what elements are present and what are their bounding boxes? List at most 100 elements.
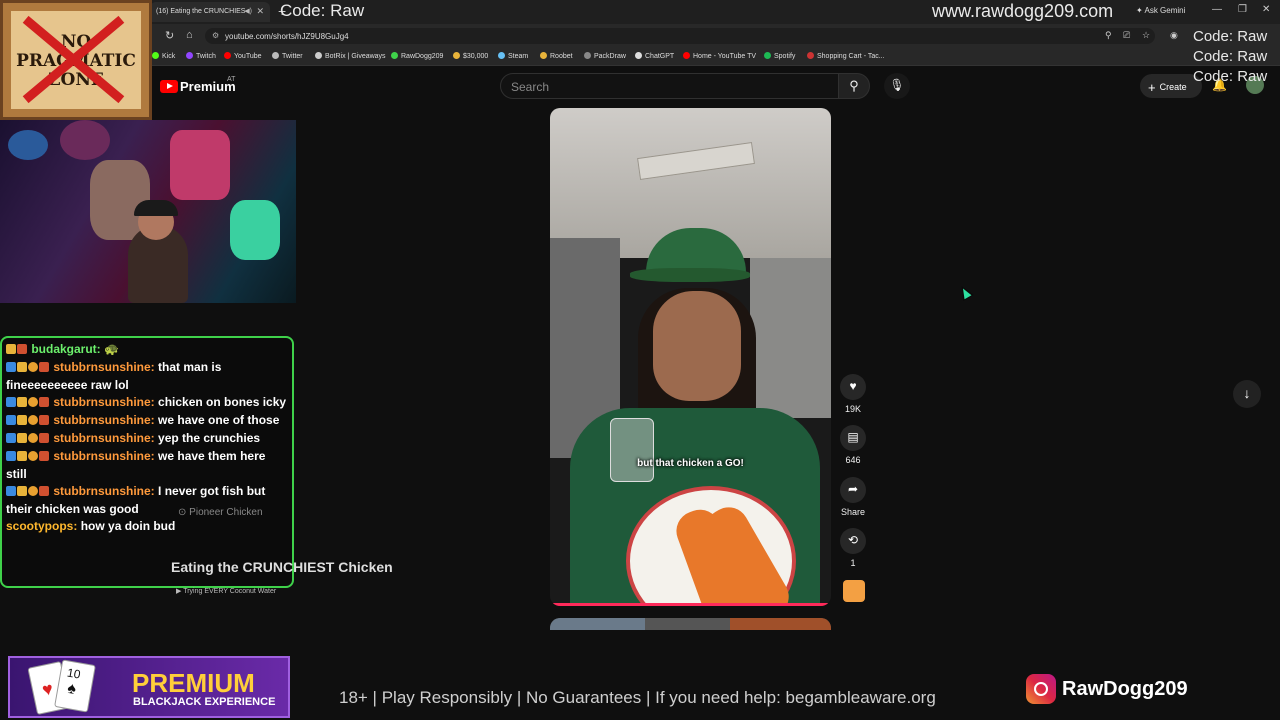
- browser-tab-bar: (16) Eating the CRUNCHIES ◀) ✕ + Code: R…: [0, 0, 1280, 24]
- voice-search-button[interactable]: 🎙: [884, 73, 910, 99]
- chat-badges: [6, 449, 50, 466]
- close-tab-icon[interactable]: ✕: [256, 6, 264, 17]
- gemini-label: Ask Gemini: [1144, 6, 1186, 15]
- bookmark-favicon: [272, 52, 279, 59]
- chat-message: scootypops: how ya doin bud: [6, 518, 288, 535]
- arcade-screen: [60, 120, 110, 160]
- like-button[interactable]: ♥ 19K: [840, 374, 866, 414]
- extension-icon[interactable]: ◉: [1170, 30, 1178, 41]
- site-info-icon[interactable]: ⚙: [212, 31, 219, 40]
- video-progress-bar[interactable]: [550, 603, 831, 606]
- address-bar-row: ↻ ⌂ ⚙ youtube.com/shorts/hJZ9U8GuJg4 ⚲ ⎚…: [0, 24, 1280, 48]
- youtube-premium-logo[interactable]: Premium AT: [160, 76, 236, 96]
- install-icon[interactable]: ⎚: [1123, 30, 1130, 41]
- code-overlay-stack-1: Code: Raw: [1193, 28, 1268, 45]
- bookmark-item[interactable]: PackDraw: [584, 52, 626, 60]
- chat-badges: [6, 413, 50, 430]
- speaker-icon[interactable]: ◀): [244, 7, 252, 15]
- bookmark-star-icon[interactable]: ☆: [1142, 30, 1150, 41]
- bookmark-item[interactable]: Spotify: [764, 52, 795, 60]
- share-button[interactable]: ➦ Share: [840, 477, 866, 517]
- chat-username: stubbrnsunshine:: [53, 360, 155, 374]
- location-tag[interactable]: ⊙ Pioneer Chicken: [178, 507, 263, 518]
- bookmark-item[interactable]: Twitch: [186, 52, 216, 60]
- code-overlay-top: Code: Raw: [280, 1, 365, 20]
- search-icon: ⚲: [849, 78, 859, 93]
- site-url-overlay: www.rawdogg209.com: [932, 1, 1114, 21]
- next-short-thumb-part: [550, 618, 645, 630]
- code-overlay-stack-2: Code: Raw: [1193, 48, 1268, 65]
- bookmark-item[interactable]: $30,000: [453, 52, 488, 60]
- zoom-icon[interactable]: ⚲: [1105, 30, 1112, 41]
- close-window-icon[interactable]: ✕: [1262, 4, 1270, 15]
- car-window-right: [750, 258, 831, 418]
- url-field[interactable]: ⚙ youtube.com/shorts/hJZ9U8GuJg4: [205, 28, 1155, 44]
- country-code: AT: [227, 76, 236, 83]
- bookmark-item[interactable]: Kick: [152, 52, 175, 60]
- like-count: 19K: [844, 404, 861, 414]
- bookmark-item[interactable]: ChatGPT: [635, 52, 674, 60]
- cap-brim: [630, 268, 750, 282]
- reload-icon[interactable]: ↻: [165, 29, 174, 42]
- short-video-player[interactable]: but that chicken a GO!: [550, 108, 831, 606]
- chat-username: stubbrnsunshine:: [53, 484, 155, 498]
- comments-button[interactable]: ▤ 646: [840, 425, 866, 465]
- next-short-preview[interactable]: [550, 618, 831, 630]
- bookmarks-bar: Kick Twitch YouTube Twitter BotRix | Giv…: [0, 48, 1280, 66]
- url-text: youtube.com/shorts/hJZ9U8GuJg4: [225, 32, 349, 41]
- ask-gemini-button[interactable]: ✦ Ask Gemini: [1136, 6, 1185, 15]
- share-icon: ➦: [840, 477, 866, 503]
- chat-badges: [6, 395, 50, 412]
- chat-badges: [6, 360, 50, 377]
- chat-badges: [6, 484, 50, 501]
- create-label: Create: [1159, 82, 1187, 92]
- neon-art: [170, 130, 230, 200]
- bookmark-item[interactable]: Twitter: [272, 52, 303, 60]
- instagram-name: RawDogg209: [1062, 677, 1188, 700]
- plus-icon: +: [1148, 80, 1156, 95]
- remix-button[interactable]: ⟲ 1: [840, 528, 866, 568]
- streamer-hat: [134, 200, 178, 216]
- bookmark-item[interactable]: Steam: [498, 52, 528, 60]
- chat-text: we have one of those: [158, 413, 280, 427]
- bookmark-item[interactable]: Home - YouTube TV: [683, 52, 756, 60]
- search-input[interactable]: Search: [500, 73, 840, 99]
- neon-art: [230, 200, 280, 260]
- chat-message: budakgarut: 🐢: [6, 341, 288, 359]
- chat-message: stubbrnsunshine: that man is fineeeeeeee…: [6, 359, 288, 394]
- video-caption: but that chicken a GO!: [637, 458, 744, 469]
- minimize-icon[interactable]: —: [1212, 4, 1222, 15]
- arcade-screen: [8, 130, 48, 160]
- location-pin-icon: ⊙: [178, 507, 190, 518]
- food-cup: [610, 418, 654, 482]
- playlist-link[interactable]: ▶ Trying EVERY Coconut Water: [176, 587, 276, 595]
- bookmark-favicon: [635, 52, 642, 59]
- bookmark-item[interactable]: YouTube: [224, 52, 262, 60]
- screen: (16) Eating the CRUNCHIES ◀) ✕ + Code: R…: [0, 0, 1280, 720]
- bookmark-favicon: [584, 52, 591, 59]
- bookmark-favicon: [540, 52, 547, 59]
- bookmark-favicon: [186, 52, 193, 59]
- browser-tab[interactable]: (16) Eating the CRUNCHIES ◀) ✕: [150, 2, 270, 22]
- home-icon[interactable]: ⌂: [186, 29, 193, 41]
- chat-text: how ya doin bud: [80, 519, 176, 533]
- chat-text: yep the crunchies: [158, 431, 261, 445]
- next-video-button[interactable]: ↓: [1233, 380, 1261, 408]
- person-face: [653, 291, 741, 401]
- bookmark-favicon: [224, 52, 231, 59]
- chat-text: 🐢: [104, 342, 119, 356]
- restore-icon[interactable]: ❐: [1238, 4, 1247, 15]
- bookmark-item[interactable]: BotRix | Giveaways: [315, 52, 386, 60]
- instagram-icon: [1026, 674, 1056, 704]
- bookmark-item[interactable]: Shopping Cart - Tac...: [807, 52, 885, 60]
- sound-thumbnail[interactable]: [843, 580, 865, 602]
- chat-username: stubbrnsunshine:: [53, 395, 155, 409]
- bookmark-item[interactable]: Roobet: [540, 52, 573, 60]
- chat-message: stubbrnsunshine: yep the crunchies: [6, 430, 288, 448]
- bookmark-item[interactable]: RawDogg209: [391, 52, 443, 60]
- chat-username: stubbrnsunshine:: [53, 413, 155, 427]
- search-button[interactable]: ⚲: [838, 73, 870, 99]
- chat-username: budakgarut:: [31, 342, 101, 356]
- premium-banner-subtitle: BLACKJACK EXPERIENCE: [133, 696, 276, 708]
- no-pragmatic-zone-sign: NO PRAGMATIC ZONE: [0, 0, 152, 120]
